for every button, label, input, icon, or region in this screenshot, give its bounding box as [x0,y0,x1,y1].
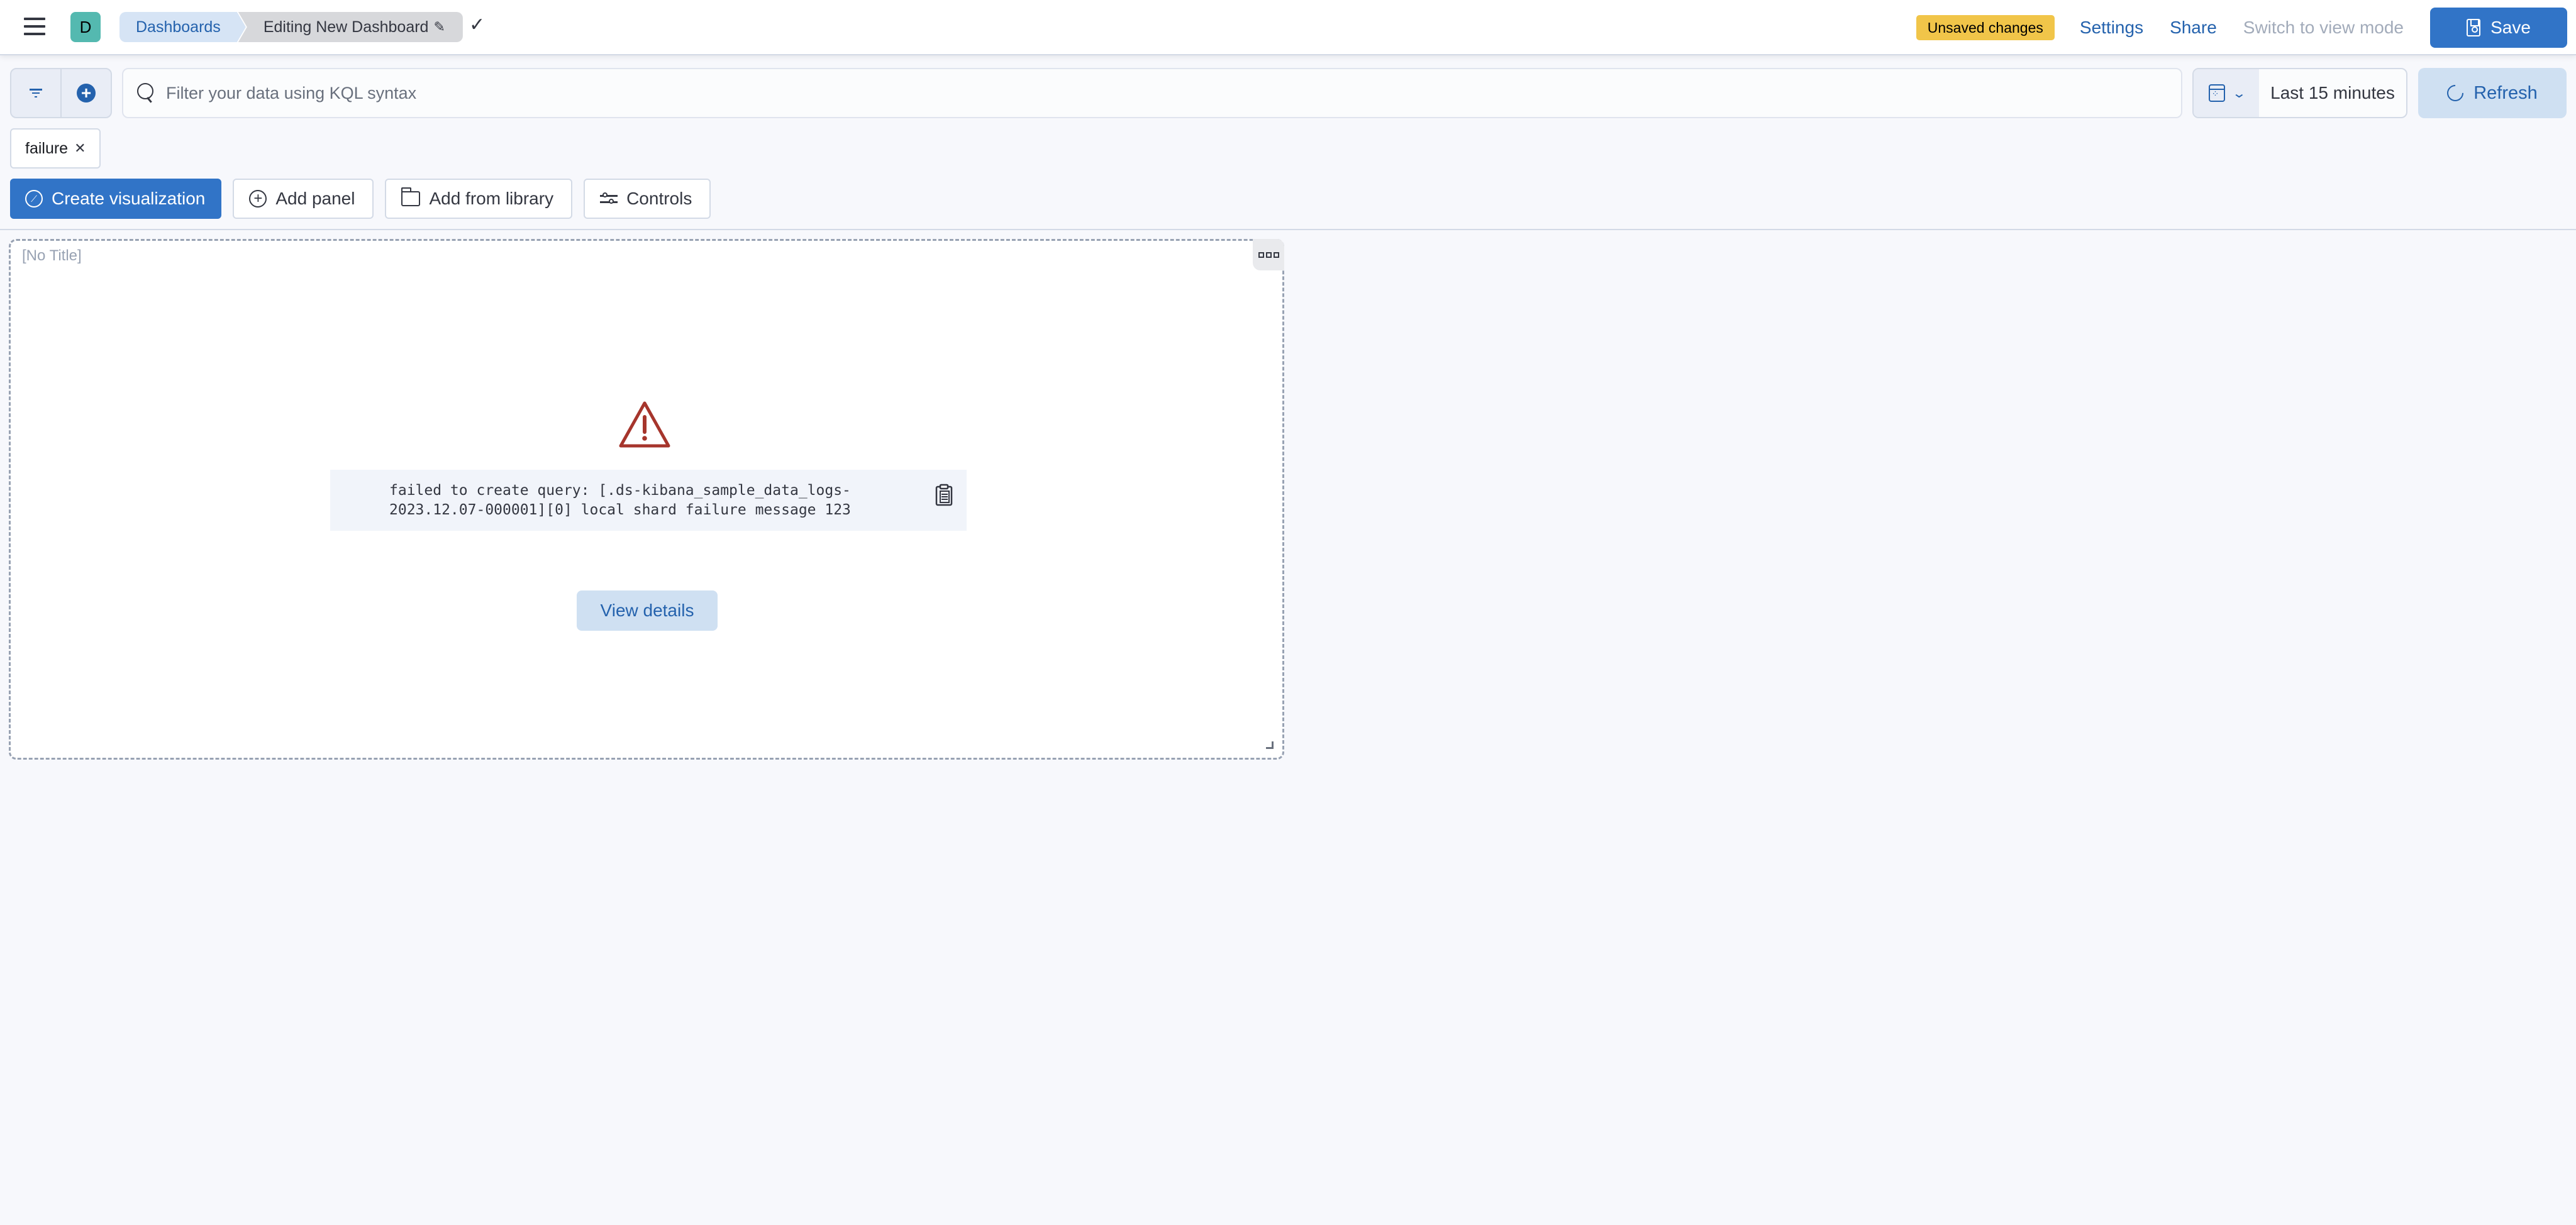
filter-button-group: + [10,68,112,118]
create-visualization-label: Create visualization [52,189,206,208]
add-from-library-label: Add from library [429,189,554,208]
ellipsis-icon [1258,252,1264,258]
save-icon [2467,19,2481,36]
kql-search-input[interactable] [166,83,2181,103]
add-filter-button[interactable]: + [60,69,111,117]
add-panel-button[interactable]: + Add panel [233,179,374,219]
date-picker: ⌄ Last 15 minutes [2192,68,2407,118]
refresh-label: Refresh [2473,82,2538,103]
save-label: Save [2490,18,2531,37]
visualize-icon: ⟋ [25,190,43,208]
warning-icon [619,401,670,448]
refresh-button[interactable]: Refresh [2418,68,2567,118]
dashboard-panel: [No Title] failed to create query: [.ds-… [9,239,1284,760]
panel-title: [No Title] [22,247,82,264]
refresh-icon [2443,81,2467,105]
add-panel-label: Add panel [275,189,355,208]
pencil-icon[interactable]: ✎ [433,19,445,35]
settings-link[interactable]: Settings [2080,18,2143,38]
view-details-button[interactable]: View details [577,590,718,631]
close-icon[interactable]: ✕ [74,140,86,157]
resize-handle-icon[interactable] [1266,741,1274,749]
controls-label: Controls [626,189,692,208]
breadcrumb-dashboards[interactable]: Dashboards [119,12,246,42]
plus-circle-outline-icon: + [249,190,267,208]
check-icon[interactable]: ✓ [469,14,485,36]
filter-menu-button[interactable] [11,69,60,117]
header-actions: Unsaved changes Settings Share Switch to… [1916,0,2567,55]
plus-circle-icon: + [77,84,96,103]
dashboard-toolbar: ⟋ Create visualization + Add panel Add f… [10,179,711,219]
top-header: D Dashboards Editing New Dashboard ✎ ✓ U… [0,0,2576,55]
menu-icon[interactable] [24,18,45,35]
error-message-text: failed to create query: [.ds-kibana_samp… [389,482,851,518]
copy-clipboard-icon[interactable] [935,484,953,506]
controls-button[interactable]: Controls [584,179,711,219]
calendar-icon [2208,84,2225,102]
switch-to-view-mode-link[interactable]: Switch to view mode [2243,18,2404,38]
filter-pill-label: failure [25,139,69,157]
controls-icon [600,192,618,205]
add-from-library-button[interactable]: Add from library [385,179,573,219]
time-range-display[interactable]: Last 15 minutes [2259,69,2406,117]
breadcrumb-current-label: Editing New Dashboard [263,18,429,36]
error-message-box: failed to create query: [.ds-kibana_samp… [330,470,967,531]
kql-search-bar [122,68,2182,118]
panel-options-button[interactable] [1253,239,1284,270]
quick-select-button[interactable]: ⌄ [2194,69,2259,117]
filter-icon [30,89,42,97]
folder-icon [401,187,421,206]
save-button[interactable]: Save [2430,8,2567,48]
chevron-down-icon: ⌄ [2231,86,2246,101]
share-link[interactable]: Share [2170,18,2217,38]
search-icon [136,82,156,104]
space-avatar[interactable]: D [70,12,101,42]
filter-pill[interactable]: failure ✕ [10,128,101,169]
create-visualization-button[interactable]: ⟋ Create visualization [10,179,222,219]
toolbar-divider [0,229,2576,230]
unsaved-changes-badge: Unsaved changes [1916,15,2055,40]
breadcrumb-current-dashboard[interactable]: Editing New Dashboard ✎ [238,12,463,42]
breadcrumb: Dashboards Editing New Dashboard ✎ [119,12,463,42]
